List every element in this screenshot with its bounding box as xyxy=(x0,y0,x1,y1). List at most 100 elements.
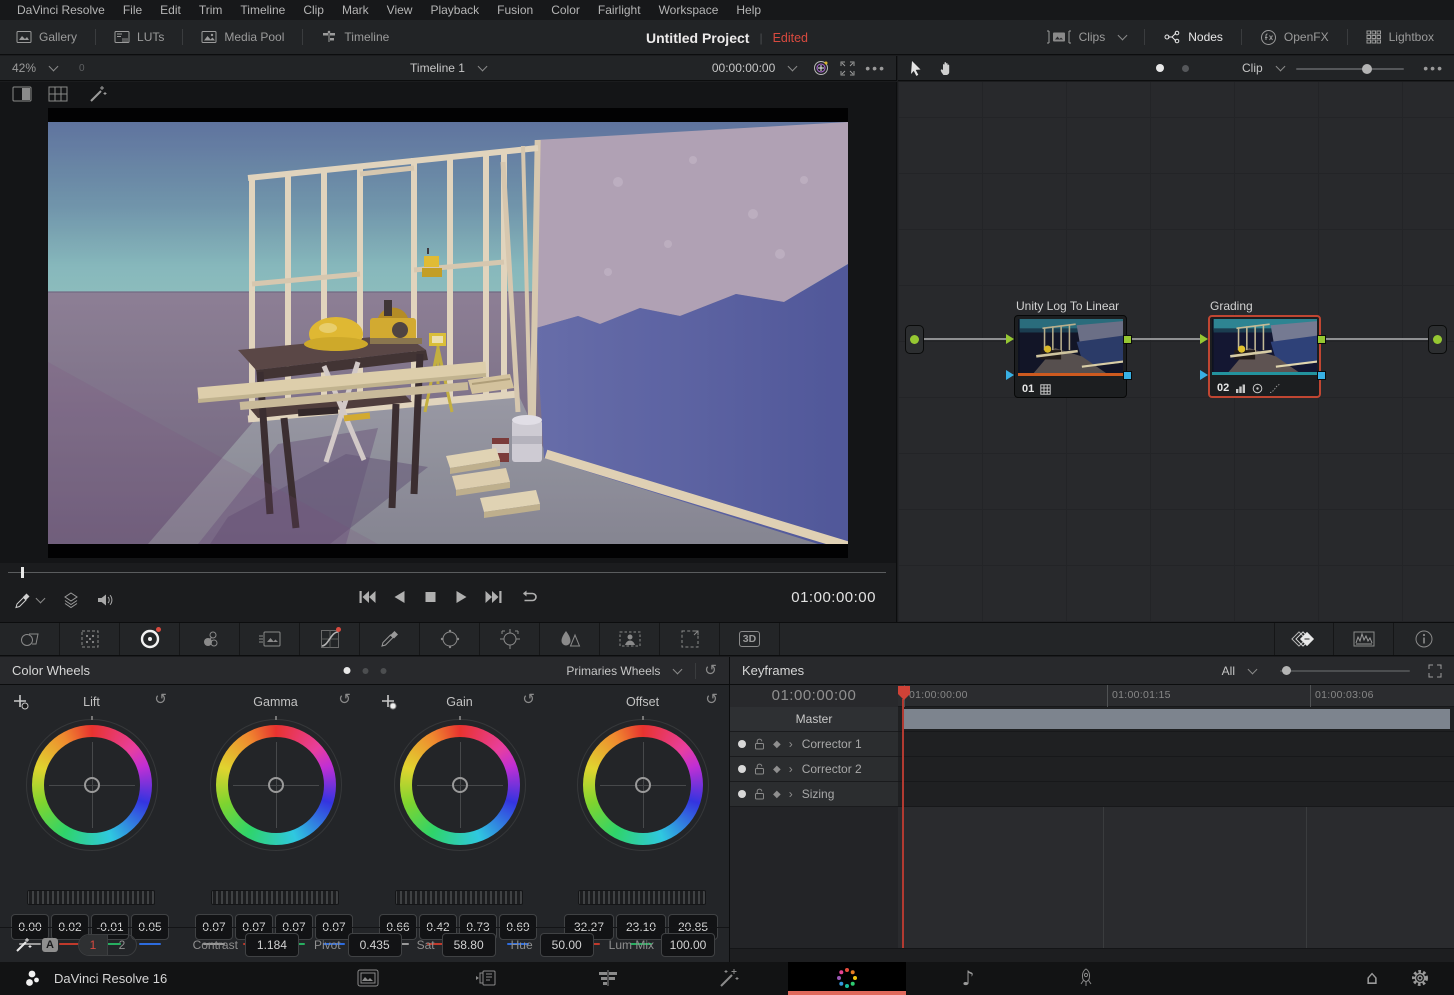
node-zoom-slider[interactable] xyxy=(1296,68,1404,70)
keyframes-playhead-marker[interactable] xyxy=(897,685,911,701)
fairlight-page-button[interactable]: ♪ xyxy=(950,965,986,991)
node1-rgb-output[interactable] xyxy=(1123,335,1132,344)
edit-page-button[interactable] xyxy=(590,965,626,991)
power-windows-tab[interactable] xyxy=(420,623,480,655)
page-dot-active[interactable] xyxy=(343,667,350,674)
node-mode-dropdown[interactable]: Clip xyxy=(1236,61,1290,75)
camera-raw-tab[interactable] xyxy=(0,623,60,655)
gamma-reset-icon[interactable]: ↺ xyxy=(338,692,351,707)
loop-button[interactable] xyxy=(519,589,539,605)
go-to-start-button[interactable] xyxy=(358,589,377,605)
pan-hand-icon[interactable] xyxy=(938,60,955,77)
lift-reset-icon[interactable]: ↺ xyxy=(154,692,167,707)
gain-color-wheel[interactable] xyxy=(394,719,526,851)
node2-rgb-input[interactable] xyxy=(1200,334,1208,344)
node-options-menu[interactable]: ••• xyxy=(1423,60,1444,76)
deliver-page-button[interactable] xyxy=(1068,965,1104,991)
color-match-tab[interactable] xyxy=(60,623,120,655)
lightbox-button[interactable]: Lightbox xyxy=(1360,30,1440,44)
lift-master-wheel[interactable] xyxy=(27,890,155,905)
play-button[interactable] xyxy=(454,589,470,605)
menu-edit[interactable]: Edit xyxy=(151,0,190,20)
menu-trim[interactable]: Trim xyxy=(190,0,232,20)
wipe-modes-icon[interactable] xyxy=(62,591,80,609)
keyframes-ruler[interactable]: 01:00:00:00 01:00:00:00 01:00:01:15 01:0… xyxy=(730,685,1454,707)
menu-help[interactable]: Help xyxy=(727,0,770,20)
media-pool-button[interactable]: Media Pool xyxy=(195,30,290,44)
highlight-dot[interactable] xyxy=(1182,65,1189,72)
keyframes-playhead-line[interactable] xyxy=(902,699,904,948)
media-page-button[interactable] xyxy=(350,965,386,991)
scopes-panel-toggle[interactable] xyxy=(1334,623,1394,655)
keyframes-zoom-slider[interactable] xyxy=(1280,670,1410,672)
contrast-value[interactable]: 1.184 xyxy=(245,933,299,957)
track-enable-dot[interactable] xyxy=(738,790,746,798)
expand-track-chevron[interactable]: › xyxy=(789,762,793,776)
node2-key-output[interactable] xyxy=(1317,371,1326,380)
menu-davinci-resolve[interactable]: DaVinci Resolve xyxy=(8,0,114,20)
openfx-button[interactable]: OpenFX xyxy=(1254,29,1335,46)
color-page-button[interactable] xyxy=(829,965,865,991)
grab-still-eyedropper-icon[interactable] xyxy=(14,592,31,609)
stop-button[interactable] xyxy=(423,589,439,605)
tracker-tab[interactable] xyxy=(480,623,540,655)
expand-viewer-icon[interactable] xyxy=(840,61,855,76)
keyframe-diamond-icon[interactable]: ◆ xyxy=(773,739,781,750)
qualifier-tab[interactable] xyxy=(360,623,420,655)
output-node[interactable] xyxy=(1428,325,1447,354)
master-track-bar[interactable] xyxy=(902,709,1450,729)
go-to-end-button[interactable] xyxy=(485,589,504,605)
home-icon[interactable]: ⌂ xyxy=(1354,965,1390,991)
pivot-value[interactable]: 0.435 xyxy=(348,933,402,957)
gamma-color-wheel[interactable] xyxy=(210,719,342,851)
lock-icon[interactable] xyxy=(754,788,765,800)
menu-clip[interactable]: Clip xyxy=(294,0,333,20)
viewer-options-menu[interactable]: ••• xyxy=(865,60,886,76)
audio-mute-icon[interactable] xyxy=(96,592,114,608)
split-screen-toggle-icon[interactable] xyxy=(12,86,32,102)
color-enhance-icon[interactable] xyxy=(812,59,830,77)
expand-keyframes-icon[interactable] xyxy=(1428,664,1442,678)
keyframe-diamond-icon[interactable]: ◆ xyxy=(773,789,781,800)
color-wheels-tab[interactable] xyxy=(120,623,180,655)
menu-fairlight[interactable]: Fairlight xyxy=(589,0,650,20)
clips-button[interactable]: Clips xyxy=(1040,30,1133,44)
keyframes-filter-dropdown[interactable]: All xyxy=(1216,664,1262,678)
viewer-timecode-dropdown[interactable]: 00:00:00:00 xyxy=(706,61,802,75)
fusion-page-button[interactable] xyxy=(711,965,747,991)
lock-icon[interactable] xyxy=(754,738,765,750)
node1-key-output[interactable] xyxy=(1123,371,1132,380)
track-row-corrector1[interactable]: ◆ › Corrector 1 xyxy=(730,732,1454,757)
key-tab[interactable] xyxy=(600,623,660,655)
node2-rgb-output[interactable] xyxy=(1317,335,1326,344)
play-reverse-button[interactable] xyxy=(392,589,408,605)
offset-reset-icon[interactable]: ↺ xyxy=(705,692,718,707)
gallery-button[interactable]: Gallery xyxy=(10,30,83,44)
rgb-mixer-tab[interactable] xyxy=(180,623,240,655)
video-frame[interactable] xyxy=(48,108,848,558)
keyframes-panel-toggle[interactable] xyxy=(1274,623,1334,655)
page-dot[interactable] xyxy=(362,668,368,674)
luts-button[interactable]: LUTs xyxy=(108,30,170,44)
sat-value[interactable]: 58.80 xyxy=(442,933,496,957)
scrub-playhead[interactable] xyxy=(21,567,24,578)
node1[interactable]: 01 xyxy=(1014,315,1127,398)
page-dot[interactable] xyxy=(380,668,386,674)
node-graph[interactable]: Unity Log To Linear 01 Grading 02 xyxy=(898,82,1454,622)
menu-workspace[interactable]: Workspace xyxy=(650,0,728,20)
curves-tab[interactable] xyxy=(300,623,360,655)
menu-fusion[interactable]: Fusion xyxy=(488,0,542,20)
wheel-page-2-tab[interactable]: 2 xyxy=(108,935,136,955)
gain-reset-icon[interactable]: ↺ xyxy=(522,692,535,707)
node1-rgb-input[interactable] xyxy=(1006,334,1014,344)
nodes-button[interactable]: Nodes xyxy=(1157,29,1229,45)
keyframe-diamond-icon[interactable]: ◆ xyxy=(773,764,781,775)
auto-mode-toggle[interactable]: A xyxy=(42,938,58,952)
gain-master-wheel[interactable] xyxy=(395,890,523,905)
viewer-scrub-bar[interactable] xyxy=(8,572,886,573)
expand-track-chevron[interactable]: › xyxy=(789,737,793,751)
timeline-button[interactable]: Timeline xyxy=(315,30,395,44)
offset-color-wheel[interactable] xyxy=(577,719,709,851)
menu-timeline[interactable]: Timeline xyxy=(231,0,294,20)
track-enable-dot[interactable] xyxy=(738,740,746,748)
